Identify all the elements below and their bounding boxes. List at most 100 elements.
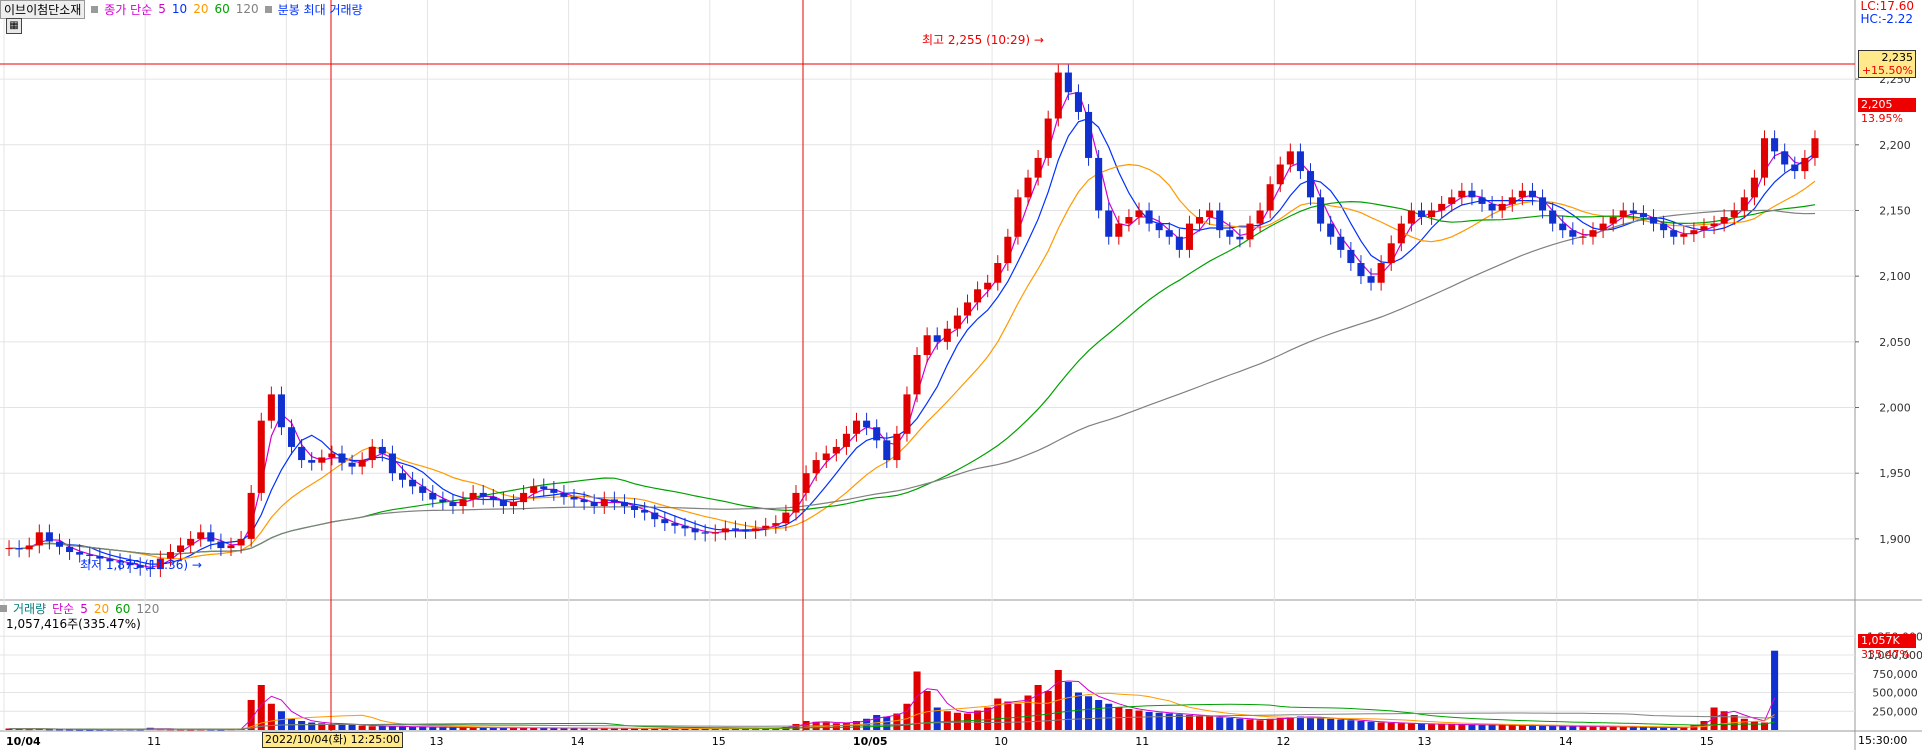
candle-body xyxy=(277,394,285,428)
candle-body xyxy=(1296,151,1304,172)
candle-body xyxy=(328,453,336,458)
volume-bar xyxy=(1125,709,1133,730)
low-annotation: 최저 1,875 (11:36) → xyxy=(80,556,202,573)
candle-body xyxy=(45,532,53,542)
current-volume-box: 1,057K xyxy=(1858,634,1916,648)
time-tick-label: 10 xyxy=(994,735,1008,748)
volume-bar xyxy=(923,691,931,730)
candle-body xyxy=(247,492,255,539)
volume-bar xyxy=(883,716,891,730)
table-grid-icon[interactable]: ▦ xyxy=(6,18,22,34)
candle-body xyxy=(1650,217,1658,224)
candle-body xyxy=(721,528,729,533)
volume-bar xyxy=(1569,726,1577,730)
stock-name[interactable]: 이브이첨단소재 xyxy=(0,0,86,19)
volume-bar xyxy=(1407,723,1415,730)
volume-bar xyxy=(1428,724,1436,730)
time-tick-label: 11 xyxy=(1135,735,1149,748)
candle-body xyxy=(631,506,639,510)
reference-pct: +15.50% xyxy=(1861,64,1913,77)
ma-period-10: 10 xyxy=(171,2,188,16)
volume-bar xyxy=(1478,724,1486,730)
volume-bar xyxy=(1276,718,1284,730)
volume-bar xyxy=(994,698,1002,730)
candle-body xyxy=(1125,217,1133,224)
volume-bar xyxy=(842,722,850,730)
candle-body xyxy=(469,492,477,500)
candle-body xyxy=(1771,138,1779,152)
candle-body xyxy=(1236,236,1244,240)
candle-body xyxy=(237,538,245,546)
candle-body xyxy=(1407,210,1415,224)
candle-body xyxy=(1185,223,1193,250)
low-label: 최저 1,875 (11:36) xyxy=(80,558,189,572)
volume-bar xyxy=(409,727,417,730)
candle-body xyxy=(207,532,215,542)
volume-bar xyxy=(1377,722,1385,730)
volume-bar xyxy=(1004,701,1012,730)
ma-label[interactable]: 종가 단순 xyxy=(104,1,152,18)
candle-body xyxy=(1044,118,1052,158)
candle-body xyxy=(1327,223,1335,237)
candle-body xyxy=(782,512,790,524)
candle-body xyxy=(560,492,568,497)
candle-body xyxy=(1034,157,1042,178)
candle-body xyxy=(772,523,780,526)
candle-body xyxy=(1518,190,1526,198)
vol-ma-60: 60 xyxy=(115,601,131,616)
lc-hc-info: LC:17.60 HC:-2.22 xyxy=(1861,0,1914,26)
candle-body xyxy=(762,525,770,529)
candle-body xyxy=(600,499,608,507)
ma-square-icon xyxy=(91,5,99,13)
vol-ma-120: 120 xyxy=(136,601,160,616)
volume-bar xyxy=(1609,726,1617,730)
volume-bar xyxy=(1599,726,1607,730)
volume-bar xyxy=(1357,721,1365,730)
candle-body xyxy=(863,420,871,428)
ma-period-60: 60 xyxy=(214,2,230,16)
candle-body xyxy=(1488,203,1496,211)
candle-body xyxy=(1337,236,1345,250)
candle-body xyxy=(177,545,185,553)
candle-body xyxy=(1609,217,1617,224)
candle-body xyxy=(520,492,528,503)
stock-chart[interactable]: 1,9001,9502,0002,0502,1002,1502,2002,250… xyxy=(0,0,1922,750)
volume-bar xyxy=(1064,682,1072,730)
candle-body xyxy=(580,499,588,503)
candle-body xyxy=(55,541,64,547)
volume-bar xyxy=(378,725,386,730)
volume-bar xyxy=(1528,725,1536,730)
volume-bar xyxy=(943,711,951,730)
candle-body xyxy=(187,538,195,546)
candle-body xyxy=(318,457,326,463)
volume-bar xyxy=(298,721,306,730)
candle-body xyxy=(1730,210,1738,218)
candle-body xyxy=(1246,223,1254,240)
candle-body xyxy=(590,502,598,507)
volume-tick-label: 500,000 xyxy=(1872,687,1918,700)
volume-bar xyxy=(429,727,437,730)
vol-ma-5: 5 xyxy=(80,601,88,616)
volume-bar xyxy=(1639,727,1647,730)
candle-body xyxy=(1397,223,1405,244)
volume-bar xyxy=(1246,719,1254,730)
candle-body xyxy=(701,532,709,534)
candle-body xyxy=(1760,138,1769,178)
candle-body xyxy=(257,420,265,493)
candle-body xyxy=(1670,230,1678,237)
candle-body xyxy=(1569,230,1577,237)
candle-body xyxy=(1508,197,1516,204)
candle-body xyxy=(1417,210,1426,218)
volume-info: 1,057,416주(335.47%) xyxy=(6,617,141,631)
volume-bar xyxy=(1458,724,1466,730)
candle-body xyxy=(1498,203,1506,211)
volume-bar xyxy=(1115,707,1123,730)
vol-ma-20: 20 xyxy=(93,601,110,616)
max-volume-label[interactable]: 분봉 최대 거래량 xyxy=(278,1,363,18)
candle-body xyxy=(1206,210,1214,218)
volume-bar xyxy=(348,724,356,730)
candle-body xyxy=(1024,177,1032,198)
end-time-label: 15:30:00 xyxy=(1858,734,1908,747)
time-tick-label: 11 xyxy=(147,735,161,748)
time-tick-label: 10/05 xyxy=(853,735,888,748)
